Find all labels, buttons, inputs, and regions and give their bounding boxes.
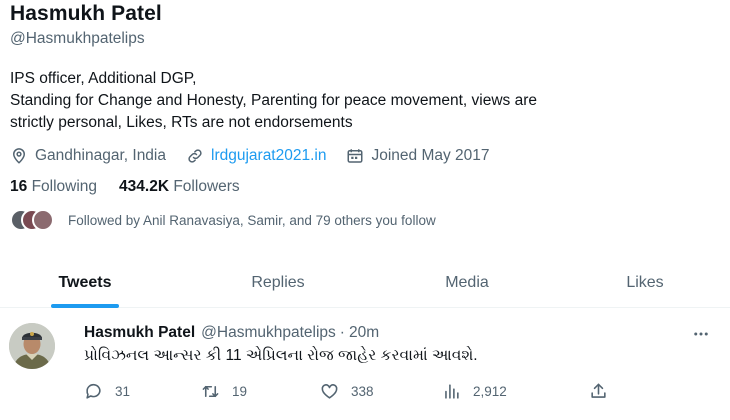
retweet-icon	[202, 385, 219, 398]
views-chart-icon	[445, 384, 459, 399]
link-icon	[188, 149, 202, 163]
tab-label: Likes	[626, 274, 664, 291]
more-button[interactable]	[690, 323, 712, 345]
profile-tabs: Tweets Replies Media Likes	[0, 258, 730, 308]
calendar-icon	[347, 149, 363, 163]
tweet-header: Hasmukh Patel @Hasmukhpatelips · 20m	[84, 324, 379, 342]
tab-label: Media	[445, 274, 489, 291]
tab-label: Tweets	[58, 274, 112, 291]
like-count: 338	[351, 384, 374, 399]
tweet-timestamp[interactable]: 20m	[349, 324, 379, 342]
tab-tweets[interactable]: Tweets	[30, 258, 140, 308]
tweet[interactable]: Hasmukh Patel @Hasmukhpatelips · 20m પ્ર…	[0, 309, 730, 420]
tab-replies[interactable]: Replies	[222, 258, 334, 308]
profile-bio: IPS officer, Additional DGP, Standing fo…	[10, 68, 710, 134]
tab-media[interactable]: Media	[412, 258, 522, 308]
location-item: Gandhinagar, India	[10, 147, 166, 165]
retweet-count: 19	[232, 384, 248, 399]
tweet-text: પ્રોવિઝનલ આન્સર કી 11 એપ્રિલના રોજ જાહેર…	[84, 347, 478, 364]
retweet-button[interactable]: 19	[201, 382, 247, 401]
follow-stats: 16 Following 434.2K Followers	[10, 178, 262, 196]
profile-meta: Gandhinagar, India lrdgujarat2021.in Joi…	[10, 145, 510, 167]
profile-handle: @Hasmukhpatelips	[10, 30, 145, 47]
tweet-separator: ·	[339, 324, 345, 341]
website-item[interactable]: lrdgujarat2021.in	[186, 147, 326, 165]
heart-icon	[321, 384, 338, 399]
following-count: 16	[10, 178, 28, 195]
joined-text: Joined May 2017	[371, 147, 490, 164]
reply-icon	[86, 383, 101, 399]
profile-name: Hasmukh Patel	[10, 2, 162, 25]
tweet-author-handle[interactable]: @Hasmukhpatelips	[201, 324, 336, 342]
tweet-actions: 31 19 338 2,912	[84, 382, 624, 406]
tweet-author-name[interactable]: Hasmukh Patel	[84, 324, 195, 342]
location-text: Gandhinagar, India	[35, 147, 166, 164]
tab-label: Replies	[251, 274, 305, 291]
followed-by-text: Followed by Anil Ranavasiya, Samir, and …	[68, 212, 436, 228]
location-pin-icon	[12, 148, 26, 164]
bio-line: IPS officer, Additional DGP,	[10, 70, 197, 87]
followed-by[interactable]: Followed by Anil Ranavasiya, Samir, and …	[10, 209, 436, 231]
followers-link[interactable]: 434.2K Followers	[119, 178, 240, 196]
reply-button[interactable]: 31	[84, 382, 130, 401]
tab-likes[interactable]: Likes	[590, 258, 700, 308]
following-label: Following	[31, 178, 98, 195]
like-button[interactable]: 338	[320, 382, 374, 401]
active-tab-indicator	[51, 304, 119, 308]
avatar	[32, 209, 54, 231]
avatar[interactable]	[9, 323, 55, 369]
reply-count: 31	[115, 384, 131, 399]
bio-line: Standing for Change and Honesty, Parenti…	[10, 92, 538, 109]
bio-line: strictly personal, Likes, RTs are not en…	[10, 114, 353, 131]
followers-count: 434.2K	[119, 178, 170, 195]
share-button[interactable]	[589, 382, 620, 401]
views-button[interactable]: 2,912	[442, 382, 507, 401]
views-count: 2,912	[473, 384, 507, 399]
website-link[interactable]: lrdgujarat2021.in	[211, 147, 326, 165]
joined-item: Joined May 2017	[346, 147, 490, 165]
following-link[interactable]: 16 Following	[10, 178, 97, 196]
more-icon	[694, 332, 708, 336]
share-icon	[591, 383, 606, 398]
follower-avatars	[10, 209, 54, 231]
followers-label: Followers	[173, 178, 240, 195]
